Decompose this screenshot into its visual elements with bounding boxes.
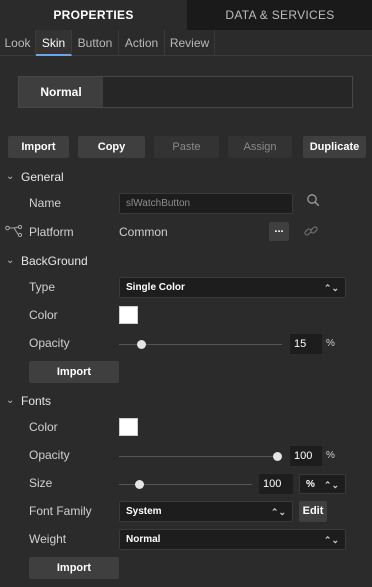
bg-type-label: Type <box>29 280 56 294</box>
font-color-swatch[interactable] <box>119 418 138 436</box>
duplicate-button[interactable]: Duplicate <box>303 136 366 158</box>
sort-updown-icon: ⌃⌄ <box>323 283 339 293</box>
bg-color-label: Color <box>29 308 58 322</box>
bg-color-swatch[interactable] <box>119 306 138 324</box>
bg-opacity-knob[interactable] <box>137 340 146 349</box>
font-family-select[interactable]: System ⌃⌄ <box>119 501 293 522</box>
assign-button[interactable]: Assign <box>228 136 292 158</box>
font-opacity-input[interactable]: 100 <box>290 446 322 466</box>
font-size-unit-select[interactable]: % ⌃⌄ <box>299 474 346 494</box>
sort-updown-icon: ⌃⌄ <box>323 535 339 545</box>
bg-opacity-label: Opacity <box>29 336 70 350</box>
bg-opacity-input[interactable]: 15 <box>290 334 322 354</box>
name-label: Name <box>29 196 62 210</box>
top-tabs: PROPERTIES DATA & SERVICES <box>0 0 372 30</box>
font-opacity-knob[interactable] <box>273 452 282 461</box>
section-background[interactable]: ⌄ BackGround <box>0 250 372 272</box>
font-size-label: Size <box>29 476 53 490</box>
font-weight-select[interactable]: Normal ⌃⌄ <box>119 529 346 550</box>
chevron-down-icon: ⌄ <box>6 255 15 266</box>
sub-tabs: Look Skin Button Action Review <box>0 30 372 56</box>
subtab-review[interactable]: Review <box>165 30 215 56</box>
font-family-label: Font Family <box>29 504 92 518</box>
chevron-down-icon: ⌄ <box>6 395 15 406</box>
sort-updown-icon: ⌃⌄ <box>270 507 286 517</box>
platform-tree-icon <box>5 224 23 239</box>
font-opacity-track[interactable] <box>119 456 282 457</box>
search-icon[interactable] <box>304 193 322 213</box>
font-weight-label: Weight <box>29 532 67 546</box>
font-color-label: Color <box>29 420 58 434</box>
paste-button[interactable]: Paste <box>154 136 219 158</box>
name-field[interactable]: slWatchButton <box>119 193 293 214</box>
import-skin-button[interactable]: Import <box>8 136 69 158</box>
font-import-button[interactable]: Import <box>29 557 119 579</box>
font-size-knob[interactable] <box>135 480 144 489</box>
tab-data-services[interactable]: DATA & SERVICES <box>188 0 372 30</box>
sort-updown-icon: ⌃⌄ <box>323 480 339 490</box>
font-opacity-unit: % <box>326 450 335 461</box>
platform-value: Common <box>119 225 168 239</box>
font-size-input[interactable]: 100 <box>259 474 293 494</box>
link-icon[interactable] <box>302 223 320 241</box>
chevron-down-icon: ⌄ <box>6 171 15 182</box>
subtab-action[interactable]: Action <box>119 30 165 56</box>
tab-properties[interactable]: PROPERTIES <box>0 0 188 30</box>
section-fonts[interactable]: ⌄ Fonts <box>0 390 372 412</box>
subtab-button[interactable]: Button <box>72 30 119 56</box>
platform-more-button[interactable]: ... <box>269 222 289 241</box>
bg-opacity-unit: % <box>326 338 335 349</box>
section-general[interactable]: ⌄ General <box>0 166 372 188</box>
font-edit-button[interactable]: Edit <box>299 501 327 522</box>
subtab-skin[interactable]: Skin <box>36 30 72 56</box>
platform-label: Platform <box>29 225 74 239</box>
copy-button[interactable]: Copy <box>78 136 145 158</box>
bg-import-button[interactable]: Import <box>29 361 119 383</box>
state-normal-button[interactable]: Normal <box>19 77 103 107</box>
font-opacity-label: Opacity <box>29 448 70 462</box>
bg-type-select[interactable]: Single Color ⌃⌄ <box>119 277 346 298</box>
subtab-look[interactable]: Look <box>0 30 36 56</box>
